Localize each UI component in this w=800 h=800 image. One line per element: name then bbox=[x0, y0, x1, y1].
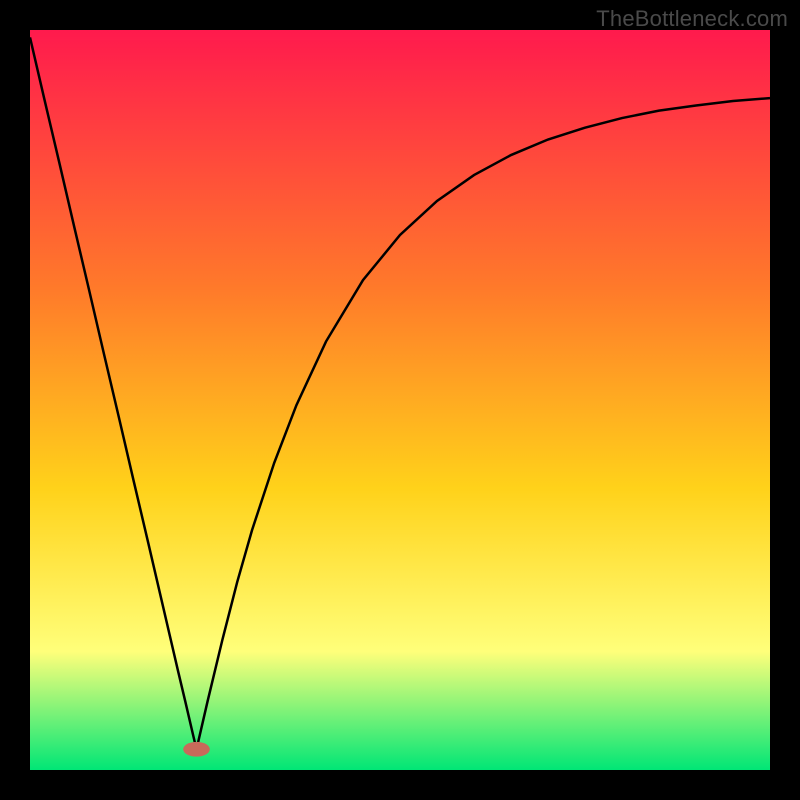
watermark-text: TheBottleneck.com bbox=[596, 6, 788, 32]
plot-svg bbox=[30, 30, 770, 770]
gradient-background bbox=[30, 30, 770, 770]
bottleneck-marker bbox=[183, 742, 210, 757]
chart-frame: TheBottleneck.com bbox=[0, 0, 800, 800]
plot-area bbox=[30, 30, 770, 770]
